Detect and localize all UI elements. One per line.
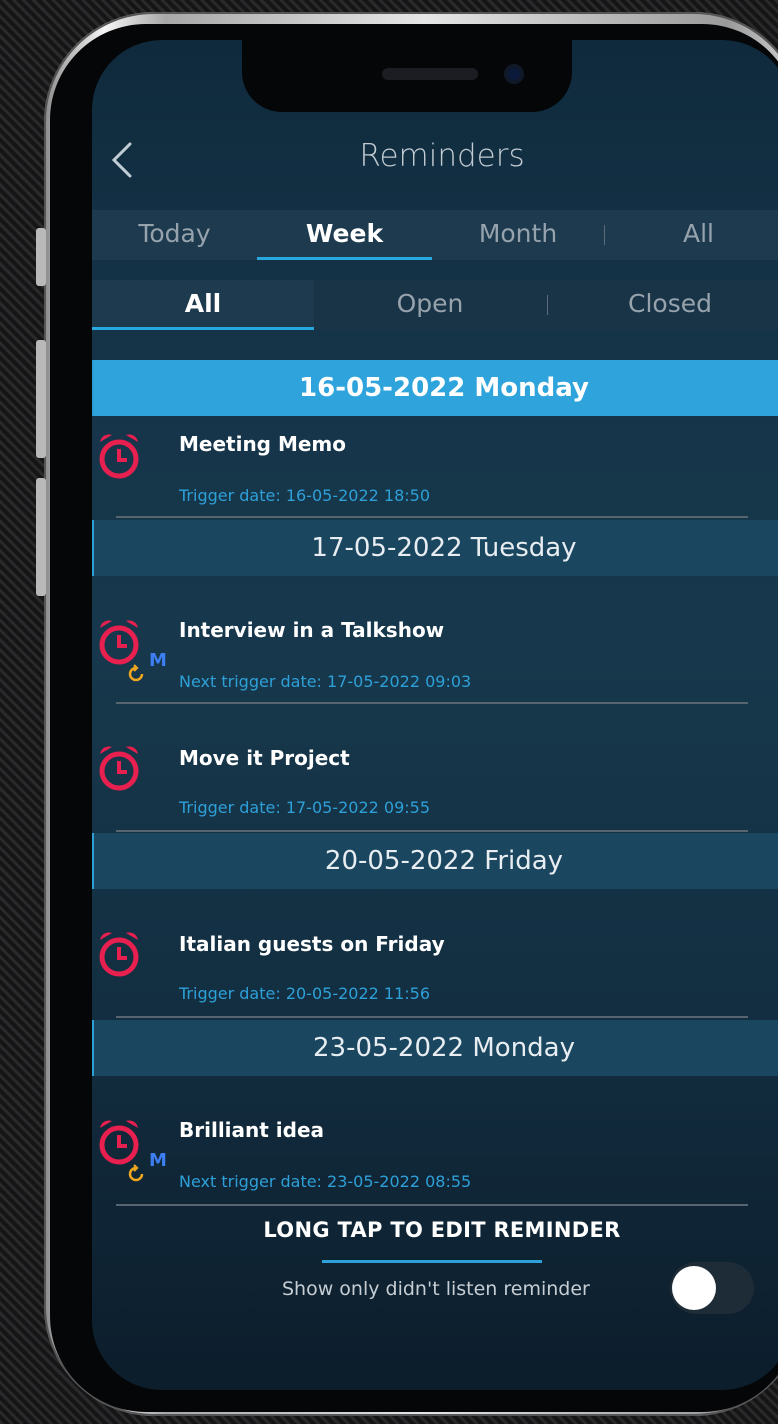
app-screen: Reminders Today Week Month All All Open … <box>92 40 778 1390</box>
date-header: 20-05-2022 Friday <box>92 833 778 889</box>
monthly-badge: M <box>149 1150 167 1171</box>
period-tabs: Today Week Month All <box>92 210 778 260</box>
alarm-clock-icon <box>99 434 139 479</box>
unheard-only-toggle[interactable] <box>670 1262 754 1314</box>
volume-up-button <box>36 340 46 458</box>
repeat-icon <box>128 664 144 682</box>
subtab-open[interactable]: Open <box>314 280 546 330</box>
page-title: Reminders <box>359 138 525 174</box>
reminder-item[interactable]: M Brilliant idea Next trigger date: 23-0… <box>92 1106 778 1202</box>
toggle-knob <box>672 1266 716 1310</box>
reminder-title: Move it Project <box>179 746 350 770</box>
reminder-trigger-date: Trigger date: 20-05-2022 11:56 <box>179 984 430 1003</box>
reminder-item[interactable]: Italian guests on Friday Trigger date: 2… <box>92 920 778 1014</box>
tab-all[interactable]: All <box>605 210 778 260</box>
reminder-trigger-date: Next trigger date: 23-05-2022 08:55 <box>179 1172 472 1191</box>
monthly-badge: M <box>149 650 167 671</box>
reminder-trigger-date: Trigger date: 17-05-2022 09:55 <box>179 798 430 817</box>
reminder-title: Italian guests on Friday <box>179 932 445 956</box>
alarm-clock-icon <box>99 620 139 665</box>
reminder-trigger-date: Trigger date: 16-05-2022 18:50 <box>179 486 430 505</box>
reminder-title: Brilliant idea <box>179 1118 325 1142</box>
reminder-item[interactable]: Meeting Memo Trigger date: 16-05-2022 18… <box>92 420 778 510</box>
hint-underline <box>322 1260 542 1263</box>
tab-month[interactable]: Month <box>432 210 604 260</box>
front-camera <box>504 64 524 84</box>
mute-switch <box>36 228 46 286</box>
reminder-item[interactable]: Move it Project Trigger date: 17-05-2022… <box>92 736 778 830</box>
toggle-label: Show only didn't listen reminder <box>282 1278 590 1300</box>
edit-hint: LONG TAP TO EDIT REMINDER <box>263 1218 621 1242</box>
reminder-trigger-date: Next trigger date: 17-05-2022 09:03 <box>179 672 472 691</box>
date-header: 23-05-2022 Monday <box>92 1020 778 1076</box>
alarm-clock-icon <box>99 1120 139 1165</box>
alarm-clock-icon <box>99 932 139 977</box>
divider <box>116 702 748 704</box>
date-header: 16-05-2022 Monday <box>92 360 778 416</box>
subtab-all[interactable]: All <box>92 280 314 330</box>
date-header: 17-05-2022 Tuesday <box>92 520 778 576</box>
reminder-item[interactable]: M Interview in a Talkshow Next trigger d… <box>92 606 778 702</box>
notch <box>242 40 572 112</box>
volume-down-button <box>36 478 46 596</box>
reminder-title: Meeting Memo <box>179 432 347 456</box>
divider <box>116 830 748 832</box>
reminder-title: Interview in a Talkshow <box>179 618 445 642</box>
repeat-icon <box>128 1164 144 1182</box>
divider <box>116 1204 748 1206</box>
status-tabs: All Open Closed <box>92 280 778 330</box>
subtab-closed[interactable]: Closed <box>548 280 778 330</box>
tab-week[interactable]: Week <box>257 210 432 260</box>
alarm-clock-icon <box>99 746 139 791</box>
app-header: Reminders <box>92 132 778 188</box>
divider <box>116 1016 748 1018</box>
divider <box>116 516 748 518</box>
speaker <box>382 68 478 80</box>
tab-today[interactable]: Today <box>92 210 257 260</box>
